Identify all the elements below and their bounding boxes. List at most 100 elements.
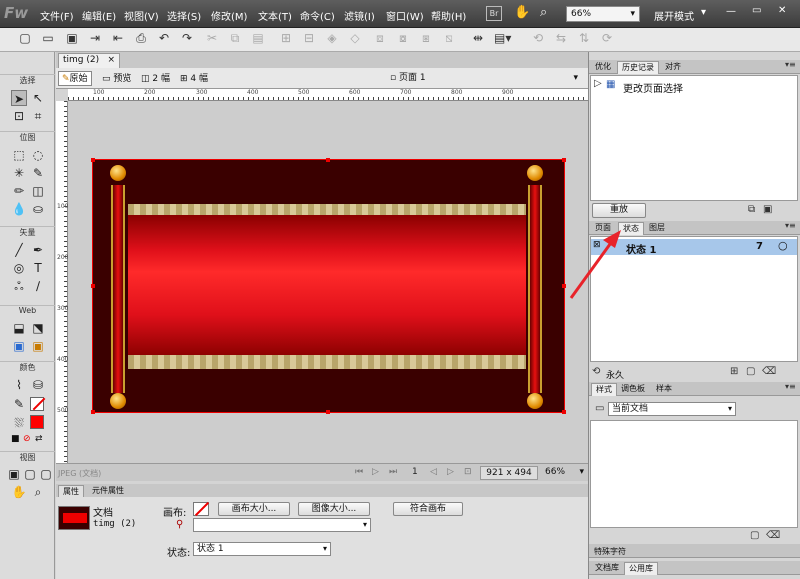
rotate-cw-icon[interactable]: ⟳: [599, 31, 615, 45]
last-frame-icon[interactable]: ⏭: [389, 467, 397, 477]
document-tab[interactable]: timg (2) ×: [58, 53, 120, 68]
special-chars-title[interactable]: 特殊字符: [594, 546, 626, 557]
group-icon[interactable]: ⊞: [278, 31, 294, 45]
selection-handle[interactable]: [326, 158, 330, 162]
hotspot-tool-icon[interactable]: ⬓: [11, 320, 27, 336]
hand-tool-icon[interactable]: ✋: [11, 484, 27, 500]
knife-tool-icon[interactable]: ∕: [30, 278, 46, 294]
selection-handle[interactable]: [562, 410, 566, 414]
no-color-icon[interactable]: ⊘: [23, 434, 31, 444]
fill-color-icon[interactable]: ⛆: [11, 415, 27, 431]
new-icon[interactable]: ▢: [17, 31, 33, 45]
status-zoom-select[interactable]: 66% ▾: [542, 466, 586, 480]
stroke-color-icon[interactable]: ✎: [11, 396, 27, 412]
swap-colors-icon[interactable]: ⇄: [35, 434, 43, 444]
hand-icon[interactable]: ✋: [514, 5, 530, 20]
magic-wand-tool-icon[interactable]: ✳: [11, 165, 27, 181]
freeform-tool-icon[interactable]: ஃ: [11, 278, 27, 294]
selection-handle[interactable]: [91, 284, 95, 288]
style-library-select[interactable]: 当前文档: [608, 402, 736, 416]
tab-swatches[interactable]: 样本: [652, 383, 676, 396]
new-style-icon[interactable]: ▢: [750, 530, 759, 541]
marquee-tool-icon[interactable]: ⬚: [11, 147, 27, 163]
tab-properties[interactable]: 属性: [58, 485, 84, 497]
tab-document-library[interactable]: 文档库: [591, 562, 623, 575]
rotate-icon[interactable]: ⟲: [530, 31, 546, 45]
copy-icon[interactable]: ⧉: [227, 31, 243, 46]
menu-window[interactable]: 窗口(W): [386, 8, 424, 23]
bridge-button[interactable]: Br: [486, 6, 502, 21]
menu-text[interactable]: 文本(T): [258, 8, 292, 23]
zoom-icon[interactable]: ⌕: [540, 5, 547, 20]
selection-handle[interactable]: [326, 410, 330, 414]
default-colors-icon[interactable]: ■: [11, 434, 20, 444]
next-frame-icon[interactable]: ▷: [447, 467, 454, 477]
menu-select[interactable]: 选择(S): [167, 8, 201, 23]
tab-styles[interactable]: 样式: [591, 383, 617, 396]
bring-front-icon[interactable]: ⧈: [372, 31, 388, 46]
flip-h-icon[interactable]: ⇆: [553, 31, 569, 45]
ellipse-tool-icon[interactable]: ◎: [11, 260, 27, 276]
paste-icon[interactable]: ▤: [250, 31, 266, 45]
export-icon[interactable]: ⇤: [110, 31, 126, 45]
minimize-icon[interactable]: —: [726, 6, 736, 17]
close-tab-icon[interactable]: ×: [107, 54, 115, 67]
canvas-color-swatch[interactable]: [193, 501, 210, 517]
panel-menu-icon[interactable]: ▾≡: [785, 382, 796, 391]
stop-icon[interactable]: ⊡: [464, 467, 472, 477]
replay-button[interactable]: 重放: [592, 203, 646, 218]
redo-icon[interactable]: ↷: [179, 31, 195, 45]
fill-color-swatch[interactable]: [30, 415, 44, 429]
crop-tool-icon[interactable]: ⌗: [30, 108, 46, 124]
slice-tool-icon[interactable]: ⬔: [30, 320, 46, 336]
view-original-button[interactable]: ✎原始: [58, 71, 92, 86]
tab-history[interactable]: 历史记录: [617, 61, 659, 74]
stamp-tool-icon[interactable]: ⛀: [30, 201, 46, 217]
menu-file[interactable]: 文件(F): [40, 8, 74, 23]
lasso-tool-icon[interactable]: ◌: [30, 147, 46, 163]
state-select[interactable]: 状态 1: [193, 542, 331, 556]
subselect-tool-icon[interactable]: ↖: [30, 90, 46, 106]
delete-style-icon[interactable]: ⌫: [766, 530, 780, 541]
blur-tool-icon[interactable]: 💧: [11, 201, 27, 217]
restore-icon[interactable]: ▭: [752, 5, 761, 16]
line-tool-icon[interactable]: ╱: [11, 242, 27, 258]
send-back-icon[interactable]: ⧅: [441, 31, 457, 46]
tab-palette[interactable]: 调色板: [617, 383, 649, 396]
panel-menu-icon[interactable]: ▾≡: [785, 60, 796, 69]
save-icon[interactable]: ▣: [64, 31, 80, 45]
save-steps-icon[interactable]: ▣: [763, 204, 772, 215]
text-tool-icon[interactable]: T: [30, 260, 46, 276]
full-screen-menu-icon[interactable]: ▢: [22, 466, 38, 482]
eyedropper-tool-icon[interactable]: ⌇: [11, 377, 27, 393]
stroke-color-swatch[interactable]: [30, 397, 46, 411]
menu-edit[interactable]: 编辑(E): [82, 8, 116, 23]
bring-forward-icon[interactable]: ⧇: [395, 31, 411, 46]
zoom-tool-icon[interactable]: ⌕: [30, 484, 46, 500]
pointer-tool-icon[interactable]: ➤: [11, 90, 27, 106]
join-icon[interactable]: ◈: [324, 31, 340, 45]
include-export-icon[interactable]: ○: [778, 239, 788, 252]
copy-steps-icon[interactable]: ⧉: [748, 204, 755, 215]
tab-symbol-properties[interactable]: 元件属性: [88, 485, 128, 497]
scale-tool-icon[interactable]: ⊡: [11, 108, 27, 124]
view-4up-button[interactable]: ⊞ 4 幅: [176, 71, 212, 86]
tab-optimize[interactable]: 优化: [591, 61, 615, 74]
view-preview-button[interactable]: ▭ 预览: [98, 71, 135, 86]
page-selector[interactable]: ▫ 页面 1 ▾: [390, 71, 580, 86]
menu-modify[interactable]: 修改(M): [211, 8, 247, 23]
menu-help[interactable]: 帮助(H): [431, 8, 466, 23]
ungroup-icon[interactable]: ⊟: [301, 31, 317, 45]
image-size-button[interactable]: 图像大小...: [298, 502, 370, 516]
hide-slices-icon[interactable]: ▣: [11, 338, 27, 354]
tab-common-library[interactable]: 公用库: [624, 562, 658, 575]
panel-menu-icon[interactable]: ▾≡: [785, 221, 796, 230]
split-icon[interactable]: ◇: [347, 31, 363, 45]
history-item[interactable]: 更改页面选择: [623, 80, 683, 95]
workspace-select[interactable]: 展开模式: [654, 8, 694, 23]
distribute-states-icon[interactable]: ⊞: [730, 366, 738, 377]
print-icon[interactable]: ⎙: [133, 31, 149, 46]
menu-view[interactable]: 视图(V): [124, 8, 159, 23]
show-slices-icon[interactable]: ▣: [30, 338, 46, 354]
selection-handle[interactable]: [91, 410, 95, 414]
